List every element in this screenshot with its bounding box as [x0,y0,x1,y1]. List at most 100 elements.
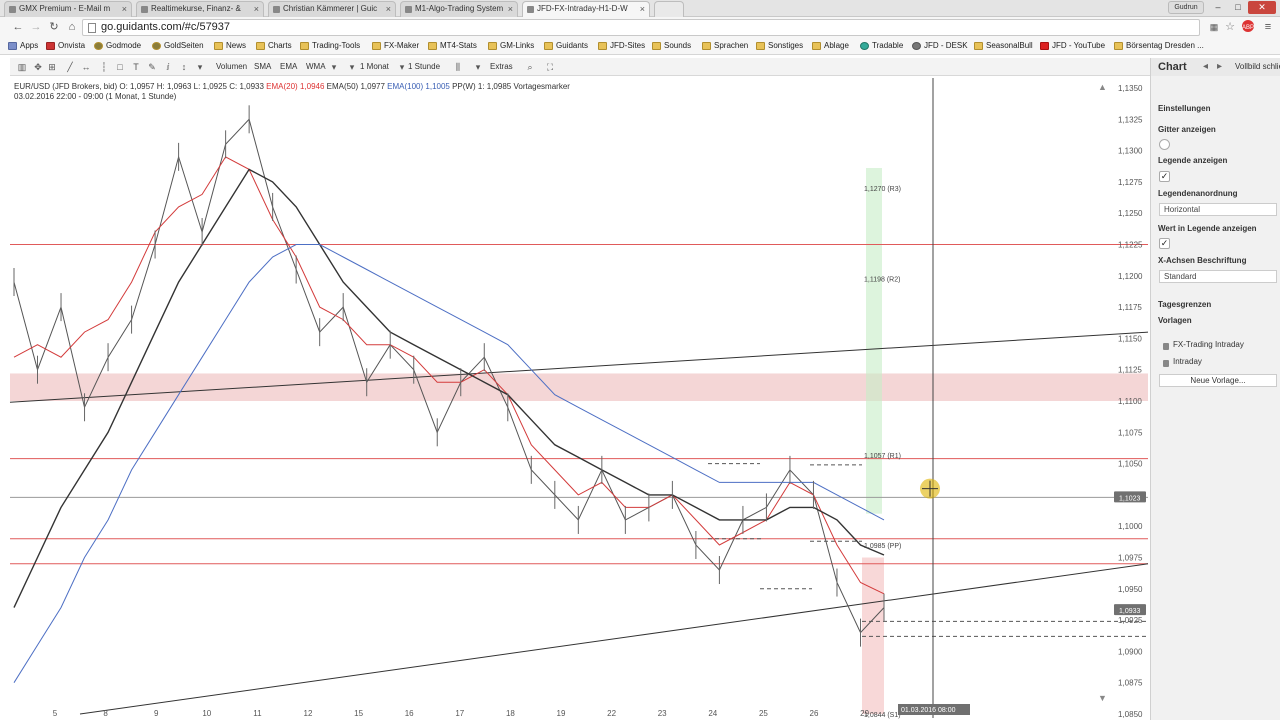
vertical-line-icon[interactable]: ┆ [98,61,110,73]
y-tick-label: 1,1125 [1118,366,1142,375]
chevron-down-icon[interactable]: ▾ [396,61,408,73]
fullscreen-icon[interactable]: ⛶ [544,61,556,73]
rectangle-icon[interactable]: □ [114,61,126,73]
ema-button[interactable]: EMA [280,61,297,73]
price-chart[interactable]: 1,1350 1,1325 1,1300 1,1275 1,1250 1,1225 1,12… [0,76,1150,720]
bookmark-sounds[interactable]: Sounds [652,40,691,52]
y-tick-label: 1,0900 [1118,647,1143,656]
legend-values-checkbox[interactable]: ✓ [1159,238,1170,249]
y-tick-label: 1,0850 [1118,710,1143,719]
bookmark-news[interactable]: News [214,40,246,52]
back-icon[interactable]: ← [10,19,26,35]
close-icon[interactable]: × [640,2,645,16]
bookmark-sprachen[interactable]: Sprachen [702,40,748,52]
legend-order-label: Legendenanordnung [1158,189,1238,198]
bookmark-godmode[interactable]: Godmode [94,40,141,52]
translate-icon[interactable]: ▦ [1206,19,1222,35]
favicon-icon [141,6,148,13]
close-icon[interactable]: × [122,2,127,16]
y-tick-label: 1,1100 [1118,397,1142,406]
bookmark-gm-links[interactable]: GM-Links [488,40,534,52]
folder-icon [598,42,607,50]
new-tab-button[interactable] [654,1,684,17]
tab-jfd-intraday[interactable]: JFD-FX-Intraday-H1-D-W × [522,1,650,17]
wma-button[interactable]: WMA [306,61,326,73]
crosshair-date-label: 01.03.2016 08:00 [901,707,956,714]
menu-icon[interactable]: ≡ [1260,19,1276,35]
bookmark-apps[interactable]: Apps [8,40,38,52]
template-intraday[interactable]: Intraday [1173,357,1202,366]
chevron-down-icon[interactable]: ▾ [472,61,484,73]
zoom-icon[interactable]: ⊞ [46,61,58,73]
bookmark-seasonalbull[interactable]: SeasonalBull [974,40,1033,52]
bookmark-guidants[interactable]: Guidants [544,40,588,52]
tab-algo-trading[interactable]: M1-Algo-Trading System × [400,1,518,17]
grid-checkbox[interactable] [1159,139,1170,150]
new-template-button[interactable]: Neue Vorlage... [1159,374,1277,387]
pencil-icon[interactable]: ✎ [146,61,158,73]
search-icon[interactable]: ⌕ [524,61,536,73]
scroll-up-icon: ▲ [1098,82,1107,92]
candles-icon[interactable]: ⫼ [452,61,464,73]
forward-icon[interactable]: → [28,19,44,35]
chevron-down-icon[interactable]: ▾ [194,61,206,73]
profile-button[interactable]: Gudrun [1168,1,1204,14]
bookmark-onvista[interactable]: Onvista [46,40,85,52]
close-icon[interactable]: × [508,2,513,16]
bookmark-sonstiges[interactable]: Sonstiges [756,40,803,52]
maximize-icon[interactable]: □ [1228,1,1248,14]
expand-icon[interactable]: ▸ [1217,61,1222,72]
legend-vortagesmarker: Vortagesmarker [513,82,570,91]
home-icon[interactable]: ⌂ [64,19,80,35]
bookmark-boersentag[interactable]: Börsentag Dresden ... [1114,40,1204,52]
tab-label: JFD-FX-Intraday-H1-D-W [537,4,628,13]
panel-title: Chart [1158,61,1187,73]
bookmark-goldseiten[interactable]: GoldSeiten [152,40,204,52]
bookmark-trading-tools[interactable]: Trading-Tools [300,40,360,52]
chevron-down-icon[interactable]: ▾ [328,61,340,73]
fib-icon[interactable]: ⅈ [162,61,174,73]
legend-order-select[interactable]: Horizontal [1159,203,1277,216]
interval-select[interactable]: 1 Stunde [408,61,440,73]
xaxis-select[interactable]: Standard [1159,270,1277,283]
close-fullscreen-button[interactable]: Vollbild schließen [1235,62,1280,71]
bookmark-jfd-youtube[interactable]: JFD - YouTube [1040,40,1105,52]
template-fx-trading-intraday[interactable]: FX-Trading Intraday [1173,340,1244,349]
folder-icon [300,42,309,50]
x-tick-label: 5 [53,709,58,718]
bookmark-mt4-stats[interactable]: MT4-Stats [428,40,477,52]
draw-line-icon[interactable]: ╱ [64,61,76,73]
tab-realtimekurse[interactable]: Realtimekurse, Finanz- & × [136,1,264,17]
price-tag-label: 1,1023 [1119,495,1141,502]
period-select[interactable]: 1 Monat [360,61,389,73]
onvista-icon [46,42,55,50]
close-icon[interactable]: × [254,2,259,16]
extras-button[interactable]: Extras [490,61,513,73]
pivot-label: 1,0844 (S1) [864,712,901,719]
bookmark-fx-maker[interactable]: FX-Maker [372,40,419,52]
adblock-icon[interactable]: ABP [1240,19,1256,35]
chevron-down-icon[interactable]: ▾ [346,61,358,73]
bookmark-tradable[interactable]: Tradable [860,40,903,52]
tab-guidants-kaemmerer[interactable]: Christian Kämmerer | Guic × [268,1,396,17]
drag-icon[interactable]: ✥ [32,61,44,73]
bookmark-jfd-desk[interactable]: JFD - DESK [912,40,968,52]
horizontal-line-icon[interactable]: ↔ [80,61,92,73]
url-input[interactable]: go.guidants.com/#c/57937 [82,19,1200,36]
bookmark-ablage[interactable]: Ablage [812,40,849,52]
volumen-button[interactable]: Volumen [216,61,247,73]
tab-gmx[interactable]: GMX Premium - E-Mail m × [4,1,132,17]
legend-show-checkbox[interactable]: ✓ [1159,171,1170,182]
chart-type-icon[interactable]: ▥ [16,61,28,73]
text-icon[interactable]: T [130,61,142,73]
bookmark-star-icon[interactable]: ☆ [1222,19,1238,35]
minimize-icon[interactable]: – [1208,1,1228,14]
close-icon[interactable]: × [386,2,391,16]
bookmark-jfd-sites[interactable]: JFD-Sites [598,40,645,52]
collapse-icon[interactable]: ◂ [1203,61,1208,72]
ruler-icon[interactable]: ↕ [178,61,190,73]
sma-button[interactable]: SMA [254,61,271,73]
bookmark-charts[interactable]: Charts [256,40,292,52]
reload-icon[interactable]: ↻ [46,19,62,35]
window-close-icon[interactable]: ✕ [1248,1,1276,14]
